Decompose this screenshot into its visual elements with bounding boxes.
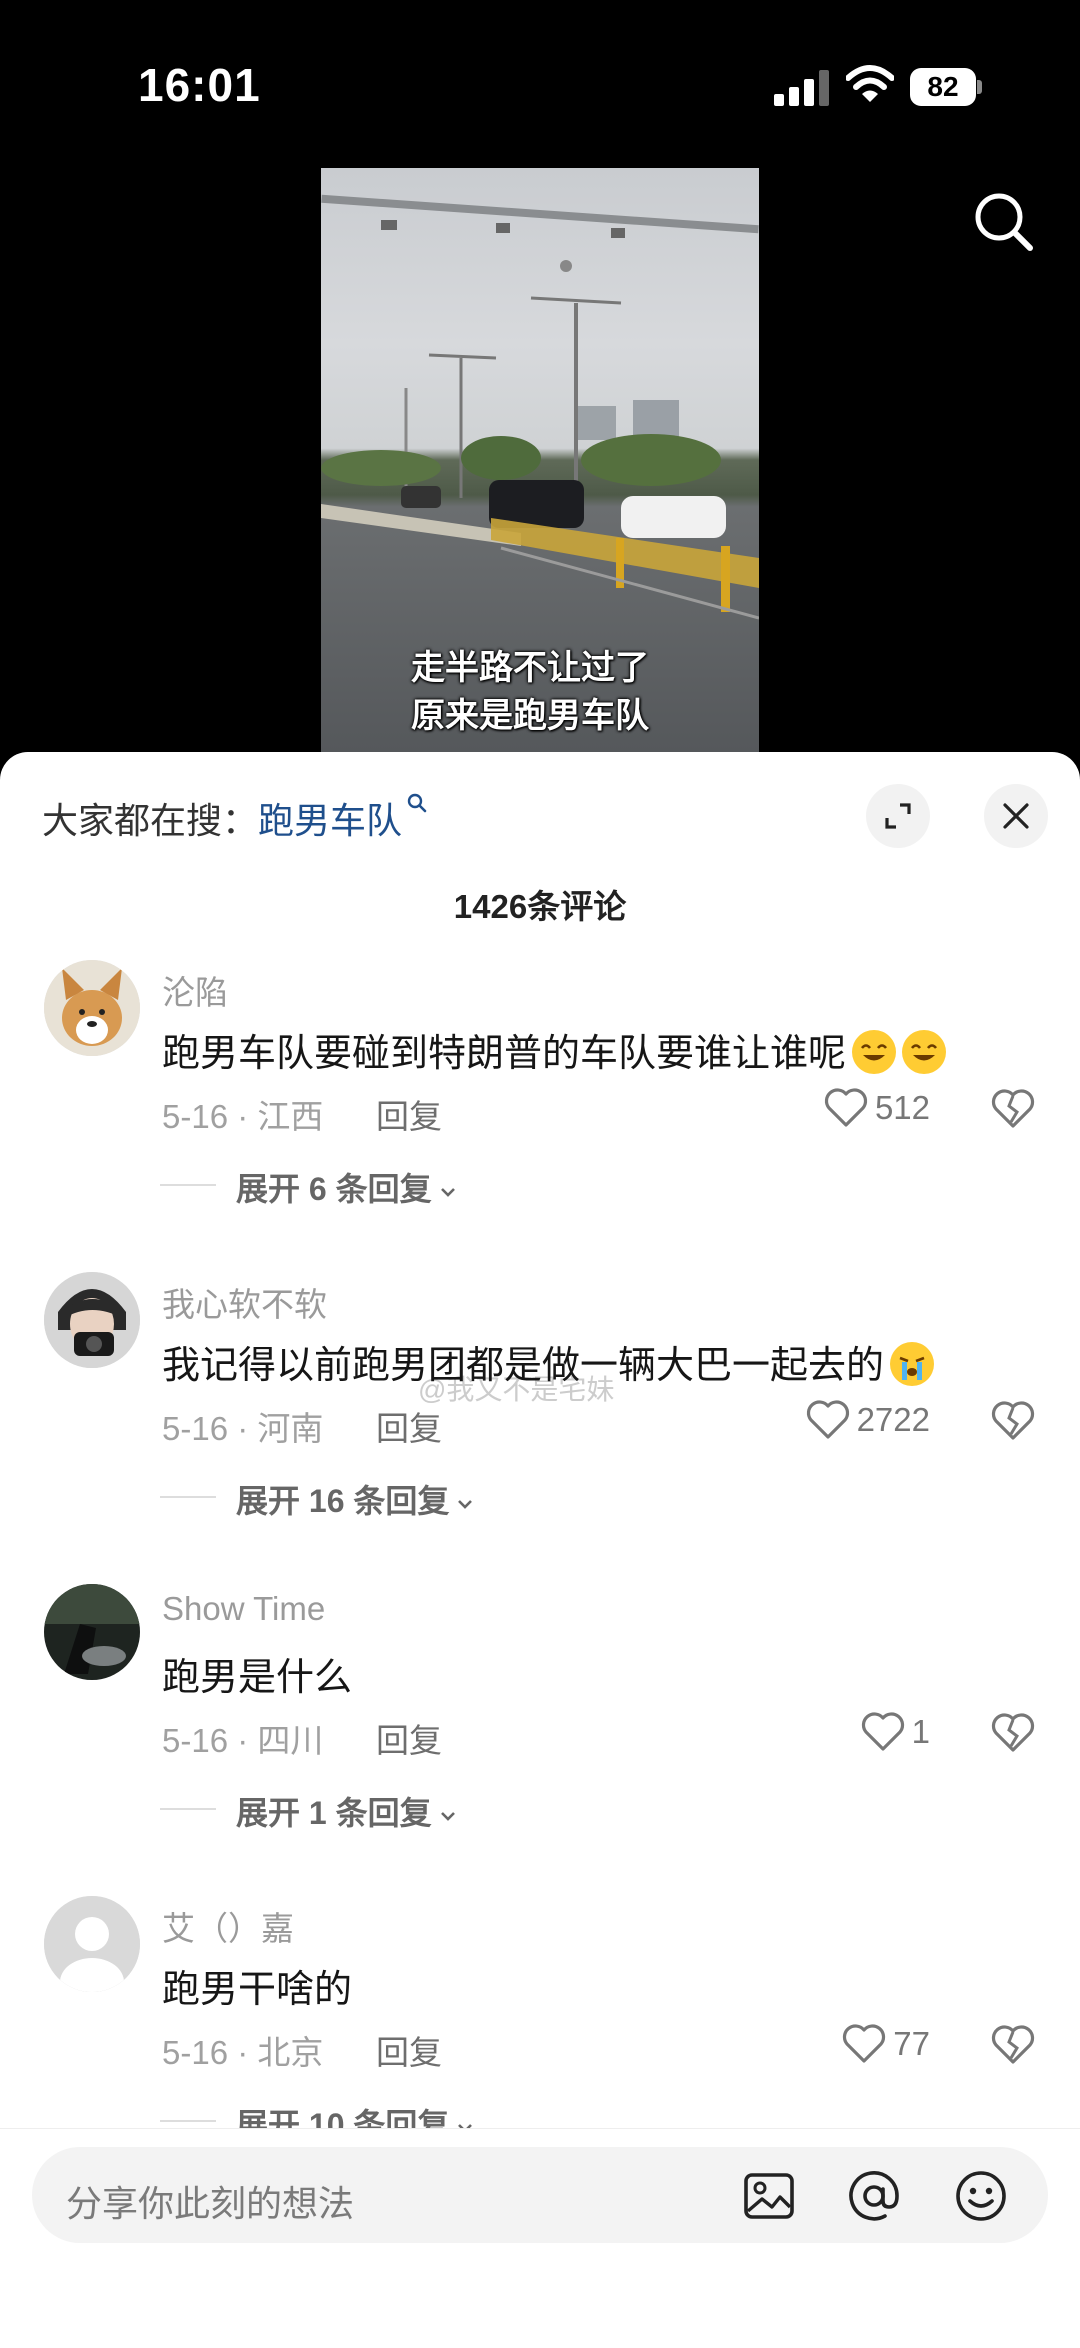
comment-item: Show Time 跑男是什么 5-16 · 四川 回复 1 展开 1 条回复	[0, 1584, 1080, 1884]
wifi-icon	[845, 64, 895, 104]
heart-icon	[861, 1712, 904, 1751]
heart-icon	[806, 1400, 849, 1439]
close-button[interactable]	[984, 784, 1048, 848]
trending-search-keyword[interactable]: 跑男车队	[258, 800, 402, 841]
comment-text-body: 跑男是什么	[162, 1657, 353, 1699]
reply-button[interactable]: 回复	[376, 2026, 442, 2074]
close-icon	[1003, 803, 1029, 829]
expand-replies-button[interactable]: 展开 16 条回复	[159, 1476, 475, 1522]
smile-emoji-icon	[902, 1030, 947, 1074]
comment-count: 1426条评论	[453, 888, 627, 925]
like-count: 512	[874, 1089, 930, 1126]
comments-sheet: 大家都在搜：跑男车队 1426条评论 沦陷 跑男车队要碰到特朗普的车队要谁让谁呢…	[0, 752, 1080, 2348]
status-bar: 16:01 82	[0, 0, 1080, 170]
comment-username[interactable]: Show Time	[162, 1590, 325, 1628]
like-count: 77	[893, 2025, 930, 2062]
chevron-down-icon	[440, 1811, 455, 1821]
reply-button[interactable]: 回复	[376, 1090, 442, 1138]
comment-input-bar: 分享你此刻的想法	[0, 2128, 1080, 2348]
comment-date-region: 5-16 · 北京	[162, 2034, 324, 2071]
mention-icon[interactable]	[847, 2169, 901, 2223]
broken-heart-icon	[991, 1713, 1035, 1752]
default-avatar[interactable]	[44, 1896, 140, 1992]
expand-button[interactable]	[866, 784, 930, 848]
dislike-button[interactable]	[990, 2024, 1036, 2071]
comment-input-placeholder: 分享你此刻的想法	[66, 2183, 355, 2224]
comment-item: 沦陷 跑男车队要碰到特朗普的车队要谁让谁呢 5-16 · 江西 回复 512 展…	[0, 960, 1080, 1405]
search-icon[interactable]	[972, 190, 1036, 254]
broken-heart-icon	[991, 2025, 1035, 2064]
smile-emoji-icon	[852, 1030, 897, 1074]
emoji-icon[interactable]	[954, 2169, 1008, 2223]
chevron-down-icon	[440, 1187, 455, 1197]
comment-text-body: 跑男车队要碰到特朗普的车队要谁让谁呢	[162, 1033, 847, 1075]
expand-replies-label: 展开 6 条回复	[236, 1171, 432, 1207]
battery-icon: 82	[910, 68, 982, 106]
comment-input[interactable]: 分享你此刻的想法	[32, 2147, 1048, 2243]
expand-replies-button[interactable]: 展开 1 条回复	[160, 1788, 458, 1834]
comment-username[interactable]: 我心软不软	[162, 1278, 327, 1326]
comment-text: 跑男车队要碰到特朗普的车队要谁让谁呢	[162, 1022, 947, 1077]
video-preview[interactable]: 走半路不让过了 原来是跑男车队	[321, 168, 759, 752]
comment-text-body: 我记得以前跑男团都是做一辆大巴一起去的	[162, 1345, 885, 1387]
battery-level: 82	[910, 68, 976, 106]
like-button[interactable]: 1	[860, 1708, 930, 1756]
comment-date-region: 5-16 · 河南	[162, 1410, 324, 1447]
trending-search[interactable]: 大家都在搜：跑男车队	[42, 792, 428, 844]
trending-search-prefix: 大家都在搜：	[42, 800, 259, 841]
comment-text: 跑男干啥的	[162, 1958, 352, 2013]
like-button[interactable]: 77	[841, 2020, 930, 2068]
corgi-avatar[interactable]	[44, 960, 140, 1056]
comment-text-body: 跑男干啥的	[162, 1969, 353, 2011]
like-button[interactable]: 2722	[805, 1396, 930, 1444]
broken-heart-icon	[991, 1089, 1035, 1128]
comment-username[interactable]: 沦陷	[162, 966, 228, 1014]
like-count: 2722	[856, 1401, 930, 1438]
heart-icon	[824, 1088, 868, 1127]
reply-button[interactable]: 回复	[376, 1402, 442, 1450]
dislike-button[interactable]	[990, 1400, 1036, 1447]
comment-username[interactable]: 艾（）嘉	[162, 1902, 294, 1950]
image-icon[interactable]	[742, 2169, 796, 2223]
expand-replies-label: 展开 1 条回复	[236, 1795, 432, 1831]
expand-replies-label: 展开 16 条回复	[236, 1483, 450, 1519]
dislike-button[interactable]	[990, 1712, 1036, 1759]
comment-item: 我心软不软 我记得以前跑男团都是做一辆大巴一起去的 5-16 · 河南 回复 2…	[0, 1272, 1080, 1572]
signal-icon	[774, 70, 830, 106]
comment-text: 我记得以前跑男团都是做一辆大巴一起去的	[162, 1334, 935, 1389]
comment-date-region: 5-16 · 江西	[162, 1098, 324, 1135]
reply-button[interactable]: 回复	[376, 1714, 442, 1762]
video-subtitle-line-1: 走半路不让过了	[411, 649, 649, 687]
person-camera-avatar[interactable]	[44, 1272, 140, 1368]
expand-replies-button[interactable]: 展开 6 条回复	[160, 1164, 458, 1210]
dislike-button[interactable]	[990, 1088, 1036, 1135]
crying-emoji-icon	[890, 1342, 935, 1386]
expand-icon	[885, 803, 911, 829]
small-search-icon	[407, 793, 427, 813]
chevron-down-icon	[458, 1499, 473, 1509]
comment-date-region: 5-16 · 四川	[162, 1722, 324, 1759]
broken-heart-icon	[991, 1401, 1035, 1440]
heart-icon	[843, 2024, 886, 2063]
video-subtitle-line-2: 原来是跑男车队	[411, 697, 649, 735]
like-button[interactable]: 512	[823, 1084, 930, 1132]
status-time: 16:01	[138, 59, 261, 111]
comment-text: 跑男是什么	[162, 1646, 352, 1701]
dark-photo-avatar[interactable]	[44, 1584, 140, 1680]
like-count: 1	[911, 1713, 930, 1750]
